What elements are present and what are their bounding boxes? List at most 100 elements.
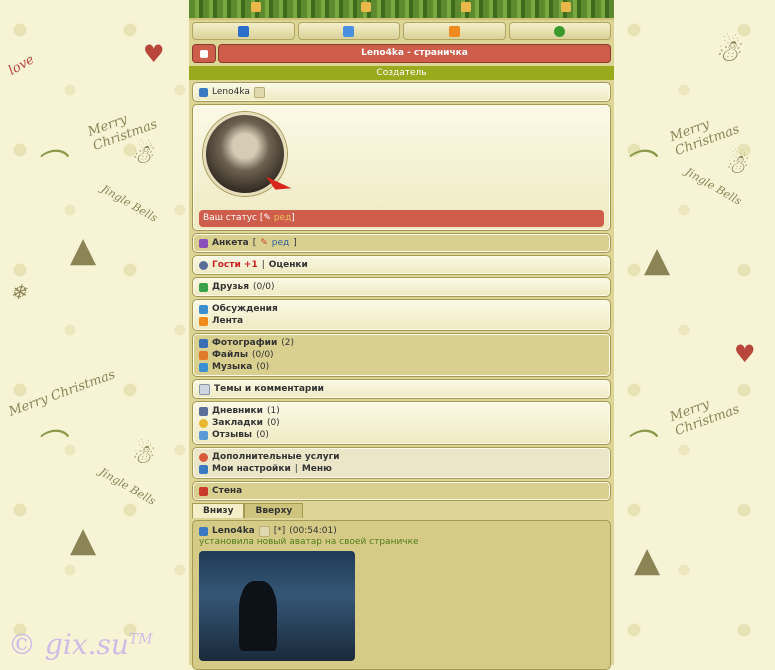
tree-icon: ▲ bbox=[634, 540, 661, 580]
feed-link[interactable]: Лента bbox=[212, 315, 243, 327]
eye-icon bbox=[199, 260, 208, 270]
guests-link[interactable]: Гости +1 bbox=[212, 259, 258, 271]
wallpaper-left: Merry Christmas Merry Christmas Jingle B… bbox=[0, 0, 187, 665]
themes-link[interactable]: Темы и комментарии bbox=[214, 383, 324, 395]
username-panel: Leno4ka bbox=[192, 82, 611, 102]
home-icon bbox=[200, 49, 208, 58]
feed-text: установила новый аватар на своей странич… bbox=[199, 537, 419, 547]
wallpaper-right: Merry Christmas Merry Christmas Jingle B… bbox=[614, 0, 775, 665]
services-icon bbox=[199, 452, 208, 462]
services-panel: Дополнительные услуги Мои настройки | Мен… bbox=[192, 447, 611, 479]
snowman-icon: ☃ bbox=[130, 140, 154, 170]
username[interactable]: Leno4ka bbox=[212, 86, 250, 98]
page-title: Leno4ka - страничка bbox=[218, 44, 611, 63]
creator-bar: Создатель bbox=[189, 66, 614, 80]
photos-link[interactable]: Фотографии bbox=[212, 337, 277, 349]
menu-link[interactable]: Меню bbox=[302, 463, 332, 475]
wall-icon bbox=[199, 486, 208, 496]
pencil-icon: ✎ bbox=[263, 213, 271, 223]
diaries-panel: Дневники (1) Закладки (0) Отзывы (0) bbox=[192, 401, 611, 445]
themes-panel: Темы и комментарии bbox=[192, 379, 611, 399]
snowman-icon: ☃ bbox=[130, 440, 154, 470]
snowman-icon: ☃ bbox=[724, 150, 748, 180]
jingle-bells-text: Jingle Bells bbox=[98, 182, 160, 225]
document-icon bbox=[199, 383, 210, 395]
title-bar: Leno4ka - страничка bbox=[189, 42, 614, 65]
rss-icon bbox=[448, 25, 460, 37]
feed-marker: [*] bbox=[273, 526, 286, 536]
star-icon bbox=[199, 418, 208, 428]
home-button[interactable] bbox=[192, 44, 216, 63]
anketa-panel: Анкета[✎ ред] bbox=[192, 233, 611, 253]
tab-bottom[interactable]: Внизу bbox=[192, 503, 245, 518]
feed-time: (00:54:01) bbox=[289, 526, 337, 536]
bookmarks-link[interactable]: Закладки bbox=[212, 417, 263, 429]
candy-cane-icon: ⌒ bbox=[624, 148, 654, 183]
garland-decoration bbox=[189, 0, 614, 20]
feed-item: Leno4ka [*] (00:54:01) установила новый … bbox=[192, 520, 611, 670]
tree-icon: ▲ bbox=[70, 230, 97, 270]
friends-panel: Друзья (0/0) bbox=[192, 277, 611, 297]
discussions-link[interactable]: Обсуждения bbox=[212, 303, 278, 315]
status-bar: Ваш статус [✎ ред] bbox=[199, 210, 604, 227]
merry-christmas-text: Merry Christmas bbox=[668, 116, 742, 160]
wall-panel: Стена bbox=[192, 481, 611, 501]
feed-avatar-image[interactable] bbox=[199, 551, 355, 661]
wall-link[interactable]: Стена bbox=[212, 485, 242, 497]
merry-christmas-text: Merry Christmas bbox=[668, 396, 742, 440]
friends-icon bbox=[199, 282, 208, 292]
merry-christmas-text: Merry Christmas bbox=[6, 367, 118, 420]
candy-cane-icon: ⌒ bbox=[624, 428, 654, 463]
avatar-panel: Ваш статус [✎ ред] bbox=[192, 104, 611, 231]
media-panel: Фотографии (2) Файлы (0/0) Музыка (0) bbox=[192, 333, 611, 377]
user-icon bbox=[199, 526, 208, 536]
music-icon bbox=[199, 362, 208, 372]
tree-icon: ▲ bbox=[70, 520, 97, 560]
friends-link[interactable]: Друзья bbox=[212, 281, 249, 293]
snowflake-icon: ❄ bbox=[10, 280, 27, 304]
files-icon bbox=[199, 350, 208, 360]
profile-button[interactable] bbox=[192, 22, 295, 40]
user-icon bbox=[237, 25, 249, 37]
heart-icon: ♥ bbox=[143, 40, 165, 68]
anketa-edit-link[interactable]: ред bbox=[272, 237, 289, 249]
chat-icon bbox=[199, 304, 208, 314]
reviews-link[interactable]: Отзывы bbox=[212, 429, 252, 441]
online-icon bbox=[253, 86, 265, 98]
rss-button[interactable] bbox=[403, 22, 506, 40]
mail-icon bbox=[343, 25, 355, 37]
reviews-icon bbox=[199, 430, 208, 440]
music-link[interactable]: Музыка bbox=[212, 361, 252, 373]
status-edit-link[interactable]: ред bbox=[274, 213, 291, 223]
guests-panel: Гости +1 | Оценки bbox=[192, 255, 611, 275]
watermark: © gix.suTM bbox=[8, 628, 153, 661]
photo-icon bbox=[199, 338, 208, 348]
diary-icon bbox=[199, 406, 208, 416]
wall-tabs: Внизу Вверху bbox=[192, 503, 611, 518]
candy-cane-icon: ⌒ bbox=[35, 148, 65, 183]
snowman-icon: ☃ bbox=[714, 34, 741, 69]
settings-icon bbox=[199, 464, 208, 474]
refresh-button[interactable] bbox=[508, 22, 611, 40]
candy-cane-icon: ⌒ bbox=[35, 428, 65, 463]
mail-button[interactable] bbox=[297, 22, 400, 40]
tab-top[interactable]: Вверху bbox=[244, 503, 304, 518]
tree-icon: ▲ bbox=[644, 240, 671, 280]
discussions-panel: Обсуждения Лента bbox=[192, 299, 611, 331]
anketa-link[interactable]: Анкета bbox=[212, 237, 249, 249]
user-icon bbox=[199, 87, 208, 97]
settings-link[interactable]: Мои настройки bbox=[212, 463, 291, 475]
rss-icon bbox=[199, 316, 208, 326]
feed-author-link[interactable]: Leno4ka bbox=[212, 525, 255, 537]
jingle-bells-text: Jingle Bells bbox=[96, 465, 158, 508]
online-icon bbox=[258, 525, 270, 537]
heart-icon: ♥ bbox=[734, 340, 756, 368]
page-column: Leno4ka - страничка Создатель Leno4ka Ва… bbox=[189, 0, 614, 670]
extra-services-link[interactable]: Дополнительные услуги bbox=[212, 451, 340, 463]
anketa-icon bbox=[199, 238, 208, 248]
love-text: love bbox=[6, 52, 37, 79]
files-link[interactable]: Файлы bbox=[212, 349, 248, 361]
top-nav bbox=[189, 20, 614, 42]
ratings-link[interactable]: Оценки bbox=[269, 259, 308, 271]
diaries-link[interactable]: Дневники bbox=[212, 405, 263, 417]
